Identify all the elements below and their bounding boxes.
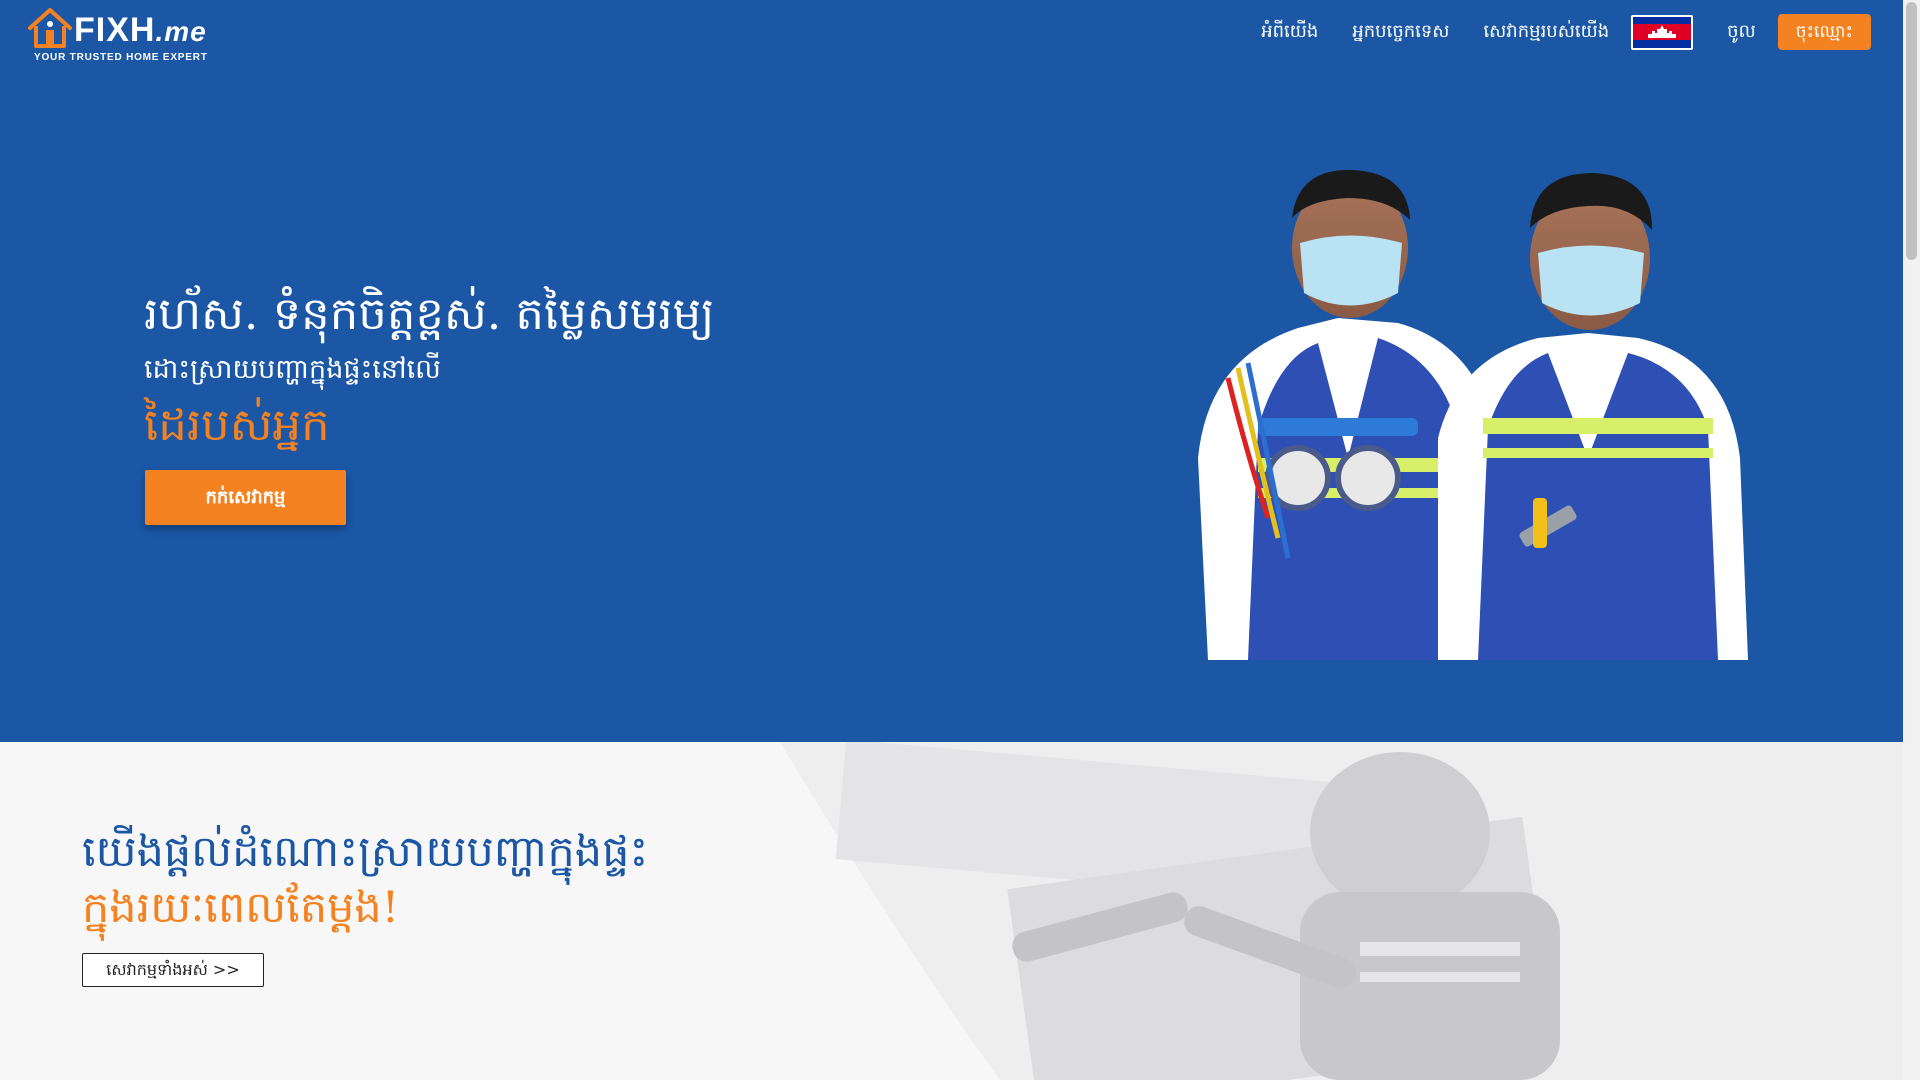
- nav-services[interactable]: សេវាកម្មរបស់យើង: [1483, 19, 1609, 46]
- angkor-wat-icon: [1648, 25, 1677, 38]
- book-service-button[interactable]: កក់សេវាកម្ម: [145, 470, 346, 525]
- services-intro-section: យើងផ្តល់ដំណោះស្រាយបញ្ហាក្នុងផ្ទះ ក្នុងរយ…: [0, 742, 1903, 1080]
- page-scrollbar[interactable]: [1903, 0, 1920, 1080]
- nav-technicians[interactable]: អ្នកបច្ចេកទេស: [1352, 19, 1449, 46]
- logo-wordmark: FIXH.me: [74, 11, 207, 49]
- page: FIXH.me YOUR TRUSTED HOME EXPERT អំពីយើង…: [0, 0, 1920, 1080]
- logo[interactable]: FIXH.me YOUR TRUSTED HOME EXPERT: [26, 6, 208, 63]
- all-services-button[interactable]: សេវាកម្មទាំងអស់ >>: [82, 953, 264, 987]
- logo-wordmark-suffix: .me: [155, 16, 207, 47]
- technicians-photo: [1188, 158, 1760, 660]
- services-intro-accent: ក្នុងរយៈពេលតែម្តង!: [82, 883, 399, 933]
- main-nav: អំពីយើង អ្នកបច្ចេកទេស សេវាកម្មរបស់យើង ចូ…: [1227, 12, 1871, 52]
- hero-accent-text: ដៃរបស់អ្នក: [144, 398, 330, 451]
- services-intro-title: យើងផ្តល់ដំណោះស្រាយបញ្ហាក្នុងផ្ទះ: [82, 827, 649, 877]
- hero-title: រហ័ស. ទំនុកចិត្តខ្ពស់. តម្លៃសមរម្យ: [144, 287, 715, 340]
- cambodia-flag-icon[interactable]: [1631, 14, 1694, 50]
- signup-button[interactable]: ចុះឈ្មោះ: [1777, 14, 1871, 50]
- login-link[interactable]: ចូល: [1727, 19, 1756, 46]
- nav-about[interactable]: អំពីយើង: [1261, 19, 1318, 46]
- logo-tagline: YOUR TRUSTED HOME EXPERT: [34, 52, 208, 63]
- hero-subtitle: ដោះស្រាយបញ្ហាក្នុងផ្ទះនៅលើ: [144, 354, 441, 385]
- house-logo-icon: [28, 8, 72, 48]
- scrollbar-thumb[interactable]: [1906, 2, 1917, 260]
- hero-section: FIXH.me YOUR TRUSTED HOME EXPERT អំពីយើង…: [0, 0, 1903, 742]
